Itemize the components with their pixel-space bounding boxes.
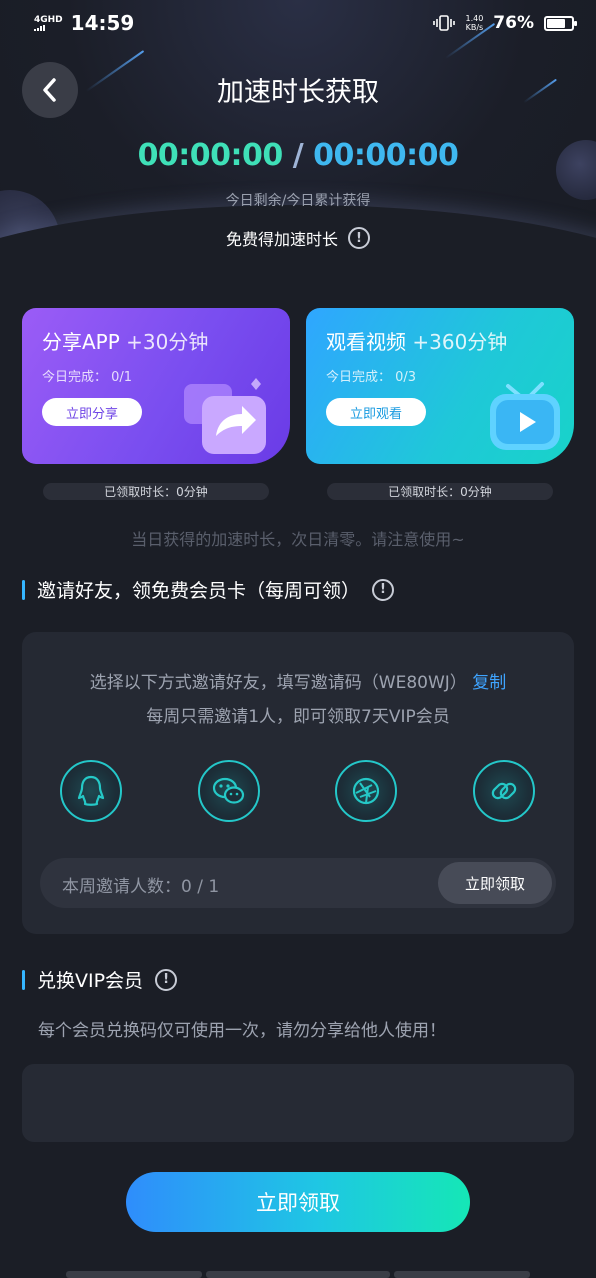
net-speed: 1.40 KB/s [465,14,483,32]
wechat-icon [212,777,245,804]
watch-now-button[interactable]: 立即观看 [326,398,426,426]
wechat-share-button[interactable] [198,760,260,822]
redeem-heading-text: 兑换VIP会员 [37,970,144,992]
task-bonus: +30分钟 [126,330,209,354]
card-title: 分享APP +30分钟 [42,326,208,355]
free-time-row[interactable]: 免费得加速时长 ! [0,226,596,250]
timer-remaining: 00:00:00 [137,138,284,173]
share-now-button[interactable]: 立即分享 [42,398,142,426]
status-bar: 4GHD 14:59 1.40 KB/s 76% [0,0,596,46]
moments-share-button[interactable] [335,760,397,822]
copy-code-link[interactable]: 复制 [472,673,506,693]
task-progress: 今日完成： 0/3 [326,370,417,385]
qq-share-button[interactable] [60,760,122,822]
info-icon[interactable]: ! [155,968,178,991]
invite-panel: 选择以下方式邀请好友，填写邀请码（WE80WJ） 复制 每周只需邀请1人，即可领… [22,632,574,934]
link-icon [491,782,517,800]
task-progress: 今日完成： 0/1 [42,370,133,385]
claimed-time-share: 已领取时长：0分钟 [43,483,269,500]
claim-invite-reward-button[interactable]: 立即领取 [438,862,552,904]
invite-heading: 邀请好友，领免费会员卡（每周可领） ! [22,576,395,603]
card-title: 观看视频 +360分钟 [326,326,507,355]
speed-unit: KB/s [465,23,484,32]
claimed-time-video: 已领取时长：0分钟 [327,483,553,500]
nav-bar-segment [66,1271,202,1278]
page-title: 加速时长获取 [217,77,379,108]
invite-heading-text: 邀请好友，领免费会员卡（每周可领） [37,580,361,602]
network-label: 4GHD [34,15,63,25]
redeem-note: 每个会员兑换码仅可使用一次，请勿分享给他人使用！ [38,1021,446,1041]
timer-caption: 今日剩余/今日累计获得 [225,193,371,209]
battery-percent: 76% [493,13,534,33]
section-marker [22,969,25,990]
task-title: 分享APP [42,330,120,354]
battery-icon [544,15,577,31]
timer-separator: / [282,138,314,173]
invite-instructions: 选择以下方式邀请好友，填写邀请码（WE80WJ） 复制 [22,668,574,693]
redeem-code-input[interactable] [22,1064,574,1142]
qq-icon [77,775,105,806]
timer-display: 00:00:00 / 00:00:00 [0,138,596,173]
network-indicator: 4GHD [34,15,63,31]
tasks-note: 当日获得的加速时长，次日清零。请注意使用~ [131,530,465,549]
nav-bar-segment [206,1271,390,1278]
info-icon[interactable]: ! [348,227,370,249]
tv-play-icon [490,382,560,450]
invite-count: 本周邀请人数：0 / 1 [62,877,220,897]
redeem-submit-button[interactable]: 立即领取 [126,1172,470,1232]
vibrate-icon [433,15,456,31]
section-marker [22,579,25,600]
redeem-heading: 兑换VIP会员 ! [22,966,178,993]
signal-icon [34,25,63,31]
share-arrow-icon [184,378,266,454]
link-share-button[interactable] [473,760,535,822]
task-title: 观看视频 [326,330,406,354]
nav-bar-segment [394,1271,530,1278]
watch-video-card[interactable]: 观看视频 +360分钟 今日完成： 0/3 立即观看 [306,308,574,464]
free-time-label: 免费得加速时长 [225,230,338,249]
clock: 14:59 [70,11,135,35]
moments-icon [352,777,380,805]
invite-code-text: 选择以下方式邀请好友，填写邀请码（WE80WJ） [89,673,467,693]
invite-count-bar: 本周邀请人数：0 / 1 立即领取 [40,858,556,908]
timer-total: 00:00:00 [313,138,459,173]
task-bonus: +360分钟 [412,330,508,354]
share-app-card[interactable]: 分享APP +30分钟 今日完成： 0/1 立即分享 [22,308,290,464]
invite-reward-text: 每周只需邀请1人，即可领取7天VIP会员 [146,707,450,727]
speed-value: 1.40 [465,14,484,23]
info-icon[interactable]: ! [372,578,395,601]
battery-level [547,18,566,28]
